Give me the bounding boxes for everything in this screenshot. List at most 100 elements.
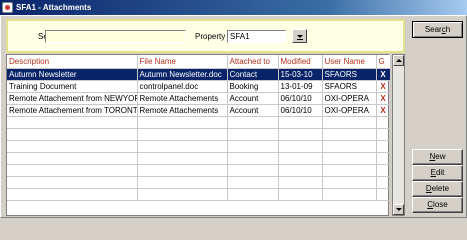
empty-cell[interactable] bbox=[137, 152, 228, 165]
user-name-cell[interactable]: OXI-OPERA bbox=[322, 92, 377, 105]
empty-cell[interactable] bbox=[376, 176, 391, 189]
modified-cell[interactable]: 13-01-09 bbox=[278, 80, 323, 93]
scroll-down-button[interactable] bbox=[393, 204, 404, 215]
empty-cell[interactable] bbox=[137, 188, 228, 201]
empty-cell[interactable] bbox=[227, 188, 279, 201]
empty-cell[interactable] bbox=[7, 176, 138, 189]
empty-cell[interactable] bbox=[227, 152, 279, 165]
empty-cell[interactable] bbox=[278, 188, 323, 201]
table-row[interactable]: Training Document controlpanel.doc Booking… bbox=[7, 80, 391, 93]
description-cell[interactable]: Autumn Newsletter bbox=[7, 68, 138, 81]
file-name-cell[interactable]: controlpanel.doc bbox=[137, 80, 228, 93]
attached-to-cell[interactable]: Account bbox=[227, 92, 279, 105]
delete-button[interactable]: Delete bbox=[412, 181, 463, 197]
empty-table-row[interactable] bbox=[7, 176, 391, 189]
attachments-grid: Description File Name Attached to Modified U… bbox=[6, 54, 391, 216]
empty-cell[interactable] bbox=[7, 128, 138, 141]
attached-to-header[interactable]: Attached to bbox=[227, 55, 279, 69]
global-flag-cell[interactable]: X bbox=[376, 104, 391, 117]
empty-cell[interactable] bbox=[227, 116, 279, 129]
table-row[interactable]: Remote Attachement from NEWYOR Remote Att… bbox=[7, 92, 391, 105]
empty-cell[interactable] bbox=[7, 140, 138, 153]
empty-table-row[interactable] bbox=[7, 140, 391, 153]
empty-cell[interactable] bbox=[137, 140, 228, 153]
table-row[interactable]: Autumn Newsletter Autumn Newsletter.doc Co… bbox=[7, 68, 391, 81]
empty-cell[interactable] bbox=[227, 128, 279, 141]
user-name-cell[interactable]: OXI-OPERA bbox=[322, 104, 377, 117]
attached-to-cell[interactable]: Booking bbox=[227, 80, 279, 93]
empty-cell[interactable] bbox=[137, 128, 228, 141]
property-lov-button[interactable] bbox=[292, 29, 307, 43]
empty-table-row[interactable] bbox=[7, 152, 391, 165]
file-name-header[interactable]: File Name bbox=[137, 55, 228, 69]
empty-table-row[interactable] bbox=[7, 188, 391, 201]
modified-cell[interactable]: 06/10/10 bbox=[278, 92, 323, 105]
user-name-header[interactable]: User Name bbox=[322, 55, 377, 69]
table-header-row: Description File Name Attached to Modified U… bbox=[7, 55, 391, 69]
empty-cell[interactable] bbox=[7, 188, 138, 201]
empty-cell[interactable] bbox=[278, 116, 323, 129]
window-title: SFA1 - Attachments bbox=[16, 3, 92, 12]
empty-cell[interactable] bbox=[227, 140, 279, 153]
modified-header[interactable]: Modified bbox=[278, 55, 323, 69]
user-name-cell[interactable]: SFAORS bbox=[322, 80, 377, 93]
empty-cell[interactable] bbox=[322, 176, 377, 189]
empty-cell[interactable] bbox=[227, 164, 279, 177]
attached-to-cell[interactable]: Contact bbox=[227, 68, 279, 81]
empty-cell[interactable] bbox=[227, 176, 279, 189]
empty-cell[interactable] bbox=[137, 176, 228, 189]
empty-cell[interactable] bbox=[278, 164, 323, 177]
empty-cell[interactable] bbox=[322, 128, 377, 141]
file-name-cell[interactable]: Remote Attachements bbox=[137, 104, 228, 117]
description-cell[interactable]: Remote Attachement from NEWYOR bbox=[7, 92, 138, 105]
empty-cell[interactable] bbox=[322, 164, 377, 177]
table-body: Autumn Newsletter Autumn Newsletter.doc Co… bbox=[7, 68, 391, 201]
empty-cell[interactable] bbox=[376, 140, 391, 153]
scroll-up-button[interactable] bbox=[393, 55, 404, 66]
empty-cell[interactable] bbox=[278, 140, 323, 153]
empty-cell[interactable] bbox=[137, 164, 228, 177]
table-row[interactable]: Remote Attachement from TORONT Remote Att… bbox=[7, 104, 391, 117]
empty-cell[interactable] bbox=[376, 152, 391, 165]
empty-cell[interactable] bbox=[137, 116, 228, 129]
global-header[interactable]: G bbox=[376, 55, 391, 69]
modified-cell[interactable]: 15-03-10 bbox=[278, 68, 323, 81]
description-header[interactable]: Description bbox=[7, 55, 138, 69]
description-cell[interactable]: Training Document bbox=[7, 80, 138, 93]
vertical-scrollbar[interactable] bbox=[392, 54, 405, 216]
attachments-table: Description File Name Attached to Modified U… bbox=[7, 55, 391, 201]
edit-button[interactable]: Edit bbox=[412, 165, 463, 181]
empty-cell[interactable] bbox=[7, 152, 138, 165]
empty-cell[interactable] bbox=[322, 152, 377, 165]
modified-cell[interactable]: 06/10/10 bbox=[278, 104, 323, 117]
empty-cell[interactable] bbox=[376, 116, 391, 129]
empty-table-row[interactable] bbox=[7, 164, 391, 177]
file-name-cell[interactable]: Autumn Newsletter.doc bbox=[137, 68, 228, 81]
close-button[interactable]: Close bbox=[412, 197, 463, 213]
empty-cell[interactable] bbox=[7, 116, 138, 129]
empty-cell[interactable] bbox=[278, 152, 323, 165]
empty-table-row[interactable] bbox=[7, 128, 391, 141]
description-cell[interactable]: Remote Attachement from TORONT bbox=[7, 104, 138, 117]
empty-cell[interactable] bbox=[376, 128, 391, 141]
empty-cell[interactable] bbox=[322, 188, 377, 201]
user-name-cell[interactable]: SFAORS bbox=[322, 68, 377, 81]
new-button[interactable]: New bbox=[412, 149, 463, 165]
file-name-cell[interactable]: Remote Attachements bbox=[137, 92, 228, 105]
empty-table-row[interactable] bbox=[7, 116, 391, 129]
empty-cell[interactable] bbox=[7, 164, 138, 177]
empty-cell[interactable] bbox=[278, 128, 323, 141]
global-flag-cell[interactable]: X bbox=[376, 68, 391, 81]
search-input[interactable] bbox=[45, 30, 186, 43]
global-flag-cell[interactable]: X bbox=[376, 80, 391, 93]
empty-cell[interactable] bbox=[278, 176, 323, 189]
attached-to-cell[interactable]: Account bbox=[227, 104, 279, 117]
title-bar: SFA1 - Attachments bbox=[0, 0, 467, 15]
empty-cell[interactable] bbox=[322, 116, 377, 129]
global-flag-cell[interactable]: X bbox=[376, 92, 391, 105]
empty-cell[interactable] bbox=[376, 188, 391, 201]
empty-cell[interactable] bbox=[376, 164, 391, 177]
empty-cell[interactable] bbox=[322, 140, 377, 153]
property-field[interactable]: SFA1 bbox=[227, 30, 286, 43]
search-button[interactable]: Search bbox=[412, 21, 463, 38]
